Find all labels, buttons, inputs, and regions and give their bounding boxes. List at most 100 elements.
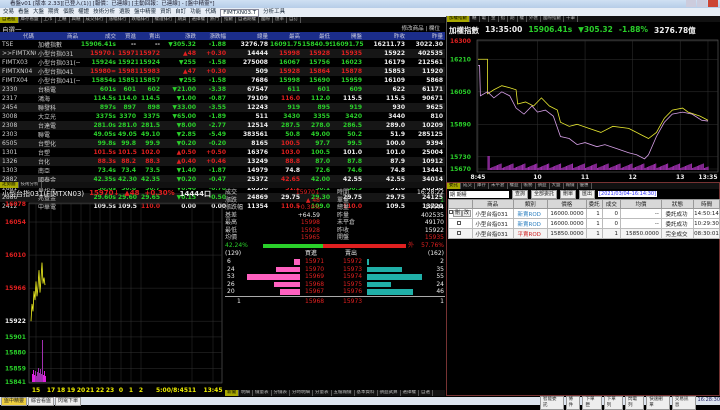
volume-bar <box>42 340 43 382</box>
filter-select[interactable]: 全部委託 <box>531 189 558 199</box>
status-button-5[interactable]: 快速刪單 <box>646 396 670 410</box>
bid-qty-bar <box>247 274 300 280</box>
order-row[interactable]: 刪改小型台指031 新賣ROD 16000.0000 1 0 -- 委託成功 14:50:14 <box>448 208 720 219</box>
order-avg: -- <box>620 208 662 219</box>
book-header: (129) 買進 賣出 (162) <box>225 250 445 258</box>
order-fill: 1 <box>601 228 622 239</box>
order-column-header[interactable]: 價格 <box>546 199 587 209</box>
select-cell[interactable] <box>448 228 473 239</box>
detail-tab-0[interactable]: 新聞 <box>225 390 239 396</box>
detail-tab-9[interactable]: 選擇權 <box>401 390 419 396</box>
bid-price[interactable]: 15967 <box>305 288 324 296</box>
ask-price[interactable]: 15974 <box>343 273 362 281</box>
detail-label: 成交 <box>225 189 238 196</box>
bid-qty: 53 <box>227 273 235 280</box>
inner-bar-fill <box>263 243 324 248</box>
bid-price[interactable]: 15971 <box>305 258 324 266</box>
status-button-4[interactable]: 閃電列 <box>624 396 645 410</box>
order-column-header[interactable]: 均價 <box>620 199 662 209</box>
order-row[interactable]: 小型台指031 平賣ROD 15850.0000 1 1 15850.0000 完全成交 08… <box>448 228 720 239</box>
order-column-header[interactable]: 商品 <box>471 199 514 209</box>
volume-bar <box>33 370 34 382</box>
y-tick-label: 16010 <box>5 252 26 259</box>
order-tab-9[interactable]: 優惠 <box>578 183 592 189</box>
order-column-header[interactable]: 類別 <box>512 199 548 209</box>
order-avg: -- <box>620 218 662 229</box>
status-button-1[interactable]: 條件 <box>565 396 581 410</box>
volume-bar <box>43 375 44 382</box>
order-tab-7[interactable]: 大盤 <box>550 183 564 189</box>
order-tab-5[interactable]: 帳務 <box>522 183 536 189</box>
account-select[interactable]: 期 期權 <box>449 190 509 198</box>
detail-row: 成交 15970↓ 時間 16:28:22 <box>225 189 445 197</box>
select-cell[interactable]: 刪改 <box>448 208 473 219</box>
detail-tab-10[interactable]: 自選 <box>419 390 433 396</box>
select-cell[interactable] <box>448 218 473 229</box>
order-column-header[interactable]: 狀態 <box>660 199 695 209</box>
volume-bar <box>34 375 35 382</box>
order-tab-8[interactable]: 報價 <box>564 183 578 189</box>
row-checkbox[interactable] <box>457 230 462 235</box>
detail-tab-4[interactable]: 分時明細 <box>290 390 313 396</box>
detail-tab-1[interactable]: 明細 <box>239 390 253 396</box>
order-column-header[interactable] <box>448 199 473 209</box>
x-tick-label: 0 <box>119 387 123 394</box>
status-button-3[interactable]: 下單列 <box>603 396 623 410</box>
detail-tab-2[interactable]: 價量表 <box>253 390 272 396</box>
x-tick-label: 13:45 <box>203 387 222 394</box>
ask-price[interactable]: 15976 <box>343 288 362 296</box>
row-checkbox[interactable] <box>457 220 462 225</box>
status-button-0[interactable]: 智能委託 <box>540 396 564 410</box>
bid-qty-bar <box>274 281 300 287</box>
query-button[interactable]: 查詢 <box>512 189 529 199</box>
ask-price[interactable]: 15972 <box>343 258 362 266</box>
order-fill: 0 <box>601 208 622 219</box>
order-column-header[interactable]: 委託 <box>585 199 603 209</box>
x-tick-label: 15 <box>32 387 40 394</box>
export-button[interactable]: 匯出 <box>579 189 596 199</box>
y-tick-label: 15901 <box>5 334 26 341</box>
y-tick-label: 15859 <box>5 365 26 372</box>
detail-tab-8[interactable]: 損益試算 <box>378 390 401 396</box>
inner-pct: 42.24% <box>225 242 248 249</box>
delete-button[interactable]: 刪 <box>453 210 463 217</box>
detail-tab-7[interactable]: 基本資料 <box>355 390 378 396</box>
volume-bar <box>39 373 40 382</box>
ask-price[interactable]: 15975 <box>343 281 362 289</box>
bid-price[interactable]: 15970 <box>305 266 324 274</box>
x-tick-label: 18 <box>57 387 65 394</box>
status-button-6[interactable]: 交易訊息 <box>671 396 696 410</box>
order-time: 14:50:14 <box>693 208 720 219</box>
bid-price[interactable]: 15969 <box>305 273 324 281</box>
status-button-2[interactable]: 下單匣 <box>582 396 602 410</box>
bid-qty: 6 <box>227 258 231 265</box>
order-tab-6[interactable]: 損益 <box>536 183 550 189</box>
order-column-header[interactable]: 時間 <box>693 199 720 209</box>
bid-qty: 24 <box>227 265 235 273</box>
detail-tab-5[interactable]: 分量表 <box>313 390 332 396</box>
book-level: 20 15967 15976 46 <box>225 288 445 296</box>
clock: 16:28:30 <box>697 397 720 403</box>
book-level: 6 15971 15972 2 <box>225 258 445 266</box>
ask-price[interactable]: 15973 <box>343 266 362 274</box>
order-column-header[interactable]: 成交 <box>601 199 622 209</box>
detail-value: 15935 <box>424 234 444 241</box>
detail-label: 漲跌 <box>225 196 238 204</box>
order-tab-2[interactable]: 庫存 <box>475 183 489 189</box>
modify-button[interactable]: 改 <box>462 210 472 217</box>
detail-label: 最高 <box>225 219 238 226</box>
order-time: 08:30:01 <box>693 228 720 239</box>
order-tab-0[interactable]: 委託 <box>447 183 461 189</box>
bid-price[interactable]: 15968 <box>305 281 324 289</box>
order-price: 16000.0000 <box>546 208 587 219</box>
order-tab-3[interactable]: 未平倉 <box>489 183 508 189</box>
detail-tab-6[interactable]: 五檔報價 <box>332 390 355 396</box>
delete-order-button[interactable]: 刪單 <box>560 189 577 199</box>
ask-qty-bar <box>367 274 422 280</box>
order-tab-4[interactable]: 權益 <box>508 183 522 189</box>
detail-tab-3[interactable]: 分價表 <box>272 390 290 396</box>
x-tick-label: 17 <box>47 387 55 394</box>
order-avg: 15850.0000 <box>620 228 662 239</box>
order-row[interactable]: 小型台指031 新賣ROD 16000.0000 1 0 -- 委託成功 10:29:30 <box>448 218 720 229</box>
order-tab-1[interactable]: 成交 <box>461 183 475 189</box>
